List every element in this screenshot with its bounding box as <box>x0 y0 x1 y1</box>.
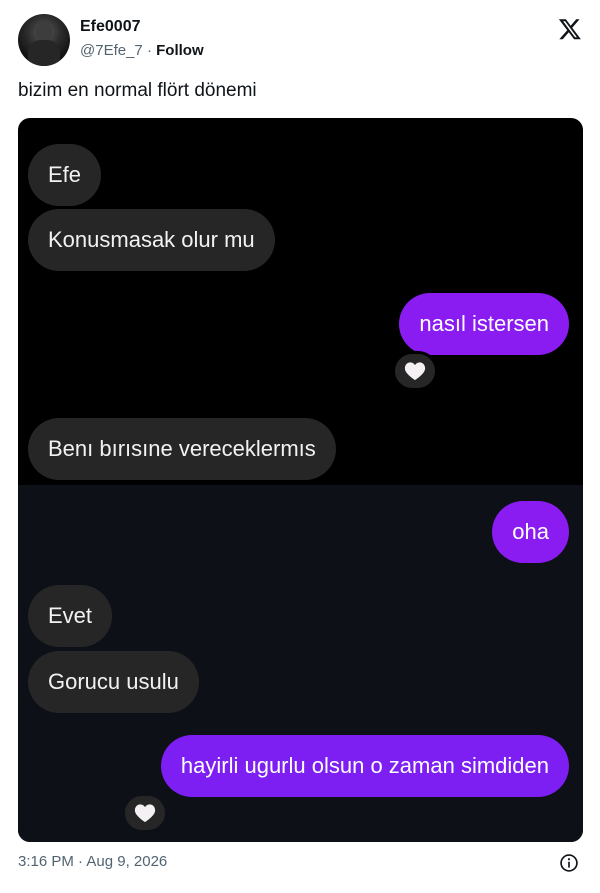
outgoing-message: oha <box>492 501 569 563</box>
white-heart-icon <box>404 362 426 381</box>
outgoing-message: hayirli ugurlu olsun o zaman simdiden <box>160 735 569 797</box>
tweet-timestamp[interactable]: 3:16 PM · Aug 9, 2026 <box>18 853 167 870</box>
white-heart-icon <box>134 804 156 823</box>
incoming-message: Evet <box>28 585 113 647</box>
incoming-message: Efe <box>28 144 102 206</box>
follow-button[interactable]: Follow <box>156 42 204 59</box>
author-handle[interactable]: @7Efe_7 <box>80 42 143 59</box>
tweet-text: bizim en normal flört dönemi <box>18 80 257 101</box>
x-logo-icon[interactable] <box>558 17 582 41</box>
separator: · <box>142 42 157 59</box>
handle-row: @7Efe_7 · Follow <box>80 42 204 59</box>
incoming-message: Benı bırısıne vereceklermıs <box>28 418 336 480</box>
author-name[interactable]: Efe0007 <box>80 18 141 36</box>
avatar[interactable] <box>18 14 70 66</box>
tweet-header: Efe0007 @7Efe_7 · Follow <box>18 12 584 68</box>
info-icon[interactable] <box>559 853 579 873</box>
incoming-message: Gorucu usulu <box>28 651 199 713</box>
incoming-message: Konusmasak olur mu <box>28 209 275 271</box>
outgoing-message: nasıl istersen <box>399 293 569 355</box>
heart-reaction[interactable] <box>122 793 168 833</box>
chat-screenshot[interactable]: Efe Konusmasak olur mu nasıl istersen Be… <box>18 118 583 842</box>
heart-reaction[interactable] <box>392 351 438 391</box>
